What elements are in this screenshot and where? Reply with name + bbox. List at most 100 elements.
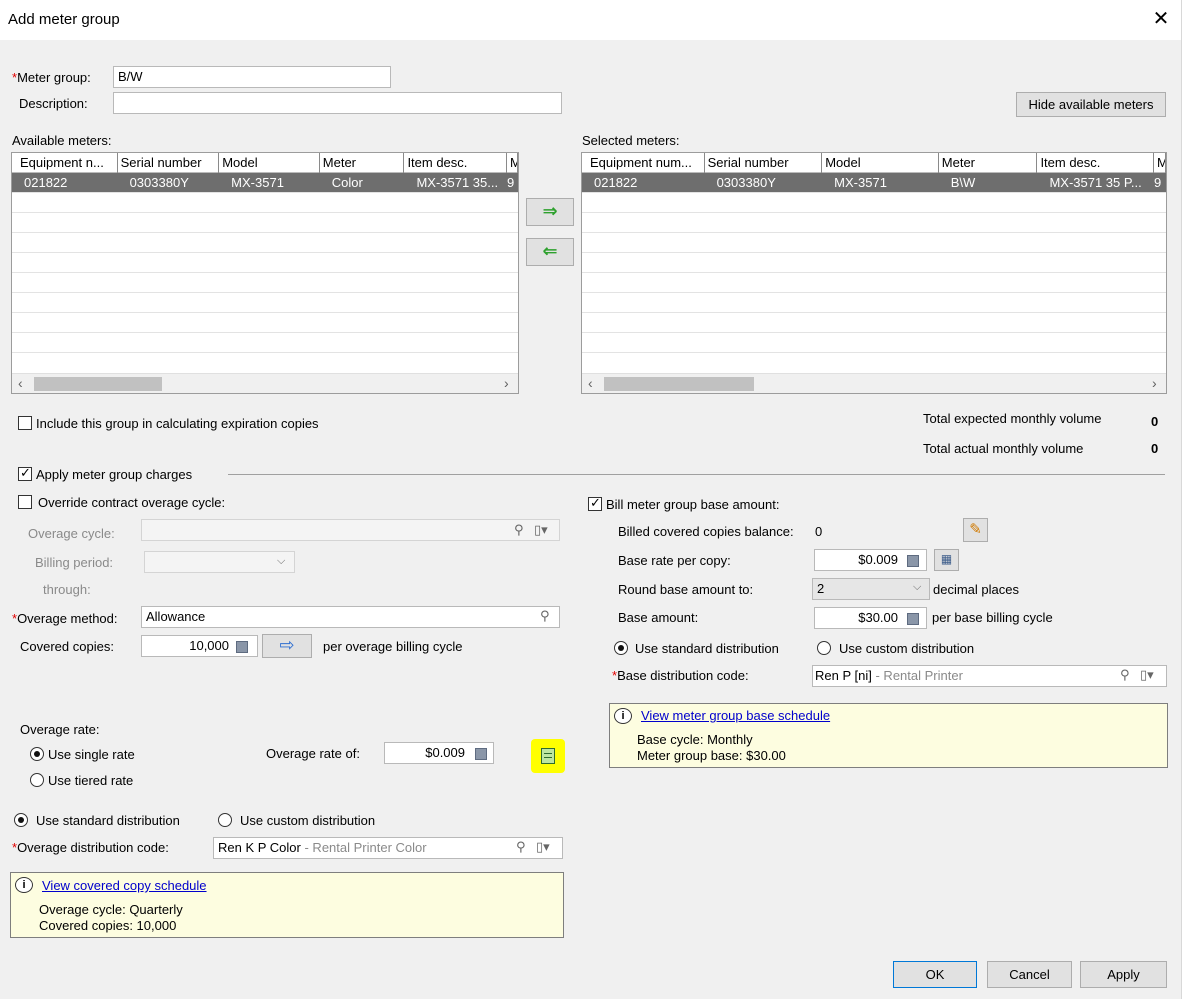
covered-copies-info: Covered copies: 10,000: [39, 918, 177, 933]
selected-meters-grid[interactable]: Equipment num... Serial number Model Met…: [581, 152, 1167, 394]
covered-copies-label: Covered copies:: [20, 639, 114, 654]
single-rate-label: Use single rate: [48, 747, 135, 762]
cancel-button[interactable]: Cancel: [987, 961, 1072, 988]
edit-pencil-icon[interactable]: ✎: [963, 518, 988, 542]
col-serial[interactable]: Serial number: [705, 153, 823, 173]
single-rate-radio[interactable]: [30, 747, 44, 761]
apply-charges-label: Apply meter group charges: [36, 467, 193, 482]
cell-equipment: 021822: [594, 175, 638, 190]
billing-period-select[interactable]: [144, 551, 295, 573]
view-covered-copy-schedule-link[interactable]: View covered copy schedule: [42, 878, 207, 893]
total-expected-label: Total expected monthly volume: [923, 411, 1102, 426]
overage-cycle-label: Overage cycle:: [28, 526, 115, 541]
meter-group-input[interactable]: B/W: [113, 66, 391, 88]
col-m[interactable]: M: [1154, 153, 1166, 173]
table-row[interactable]: 021822 0303380Y MX-3571 B\W MX-3571 35 P…: [582, 173, 1166, 193]
hide-available-meters-button[interactable]: Hide available meters: [1016, 92, 1166, 117]
move-left-button[interactable]: ⇐: [526, 238, 574, 266]
total-actual-label: Total actual monthly volume: [923, 441, 1084, 456]
overage-cycle-input[interactable]: [141, 519, 560, 541]
search-icon[interactable]: ⚲: [1120, 667, 1130, 683]
chevron-down-icon[interactable]: ⌵: [913, 581, 921, 594]
apply-charges-checkbox[interactable]: [18, 465, 32, 481]
calculator-icon[interactable]: [907, 555, 919, 567]
bill-base-label: Bill meter group base amount:: [606, 497, 780, 512]
selected-meters-label: Selected meters:: [582, 133, 680, 148]
cell-equipment: 021822: [24, 175, 68, 190]
cell-item-desc: MX-3571 35...: [416, 175, 499, 190]
scroll-left-icon[interactable]: ‹: [18, 375, 23, 391]
base-custom-distribution-radio[interactable]: [817, 641, 831, 655]
scroll-right-icon[interactable]: ›: [1152, 375, 1157, 391]
col-equipment[interactable]: Equipment num...: [582, 153, 705, 173]
empty-row: [12, 253, 518, 273]
base-standard-distribution-label: Use standard distribution: [635, 641, 779, 656]
overage-distribution-code-input[interactable]: Ren K P Color - Rental Printer Color: [213, 837, 563, 859]
overage-custom-distribution-label: Use custom distribution: [240, 813, 376, 828]
horizontal-scrollbar[interactable]: ‹ ›: [582, 373, 1166, 393]
overage-custom-distribution-radio[interactable]: [218, 813, 232, 827]
move-right-button[interactable]: ⇒: [526, 198, 574, 226]
description-input[interactable]: [113, 92, 562, 114]
override-cycle-checkbox[interactable]: [18, 495, 32, 509]
col-item-desc[interactable]: Item desc.: [404, 153, 508, 173]
col-item-desc[interactable]: Item desc.: [1037, 153, 1155, 173]
col-meter[interactable]: Meter: [320, 153, 405, 173]
col-serial[interactable]: Serial number: [118, 153, 220, 173]
description-label: Description:: [19, 96, 88, 111]
include-expiration-checkbox[interactable]: [18, 416, 32, 430]
schedule-grid-icon[interactable]: ▦: [934, 549, 959, 571]
search-icon[interactable]: ⚲: [514, 522, 524, 538]
calculator-icon[interactable]: [907, 613, 919, 625]
horizontal-scrollbar[interactable]: ‹ ›: [12, 373, 518, 393]
base-distribution-code-input[interactable]: Ren P [ni] - Rental Printer: [812, 665, 1167, 687]
col-model[interactable]: Model: [822, 153, 939, 173]
empty-row: [12, 193, 518, 213]
table-row[interactable]: 021822 0303380Y MX-3571 Color MX-3571 35…: [12, 173, 518, 193]
calculator-icon[interactable]: [475, 748, 487, 760]
empty-row: [12, 213, 518, 233]
scroll-thumb[interactable]: [34, 377, 162, 391]
search-icon[interactable]: ⚲: [516, 839, 526, 855]
calculator-icon[interactable]: [236, 641, 248, 653]
view-meter-group-base-schedule-link[interactable]: View meter group base schedule: [641, 708, 830, 723]
ok-button[interactable]: OK: [893, 961, 977, 988]
section-divider: [228, 474, 1165, 475]
title-bar: Add meter group ✕: [0, 0, 1186, 40]
close-icon[interactable]: ✕: [1150, 8, 1172, 30]
available-meters-grid[interactable]: Equipment n... Serial number Model Meter…: [11, 152, 519, 394]
empty-row: [582, 213, 1166, 233]
cell-m: 9: [1154, 175, 1162, 190]
chevron-down-icon[interactable]: ⌵: [277, 555, 285, 568]
cell-meter: B\W: [950, 175, 976, 190]
scroll-thumb[interactable]: [604, 377, 754, 391]
covered-copies-arrow-button[interactable]: ⇨: [262, 634, 312, 658]
empty-row: [12, 293, 518, 313]
base-custom-distribution-label: Use custom distribution: [839, 641, 975, 656]
col-meter[interactable]: Meter: [939, 153, 1038, 173]
apply-button[interactable]: Apply: [1080, 961, 1167, 988]
empty-row: [12, 233, 518, 253]
base-distribution-code-label: *Base distribution code:: [612, 668, 749, 683]
covered-copy-info-box: i View covered copy schedule Overage cyc…: [10, 872, 564, 938]
scroll-left-icon[interactable]: ‹: [588, 375, 593, 391]
bill-base-checkbox[interactable]: [588, 495, 602, 511]
search-icon[interactable]: ⚲: [540, 608, 550, 624]
overage-standard-distribution-radio[interactable]: [14, 813, 28, 827]
col-equipment[interactable]: Equipment n...: [12, 153, 118, 173]
col-m[interactable]: M: [507, 153, 518, 173]
lookup-dropdown-icon[interactable]: ▯▾: [534, 522, 548, 538]
through-label: through:: [43, 582, 91, 597]
overage-method-input[interactable]: Allowance: [141, 606, 560, 628]
base-standard-distribution-radio[interactable]: [614, 641, 628, 655]
round-base-label: Round base amount to:: [618, 582, 754, 597]
col-model[interactable]: Model: [219, 153, 320, 173]
empty-row: [12, 273, 518, 293]
override-cycle-label: Override contract overage cycle:: [38, 495, 226, 510]
highlighted-schedule-button[interactable]: [531, 739, 565, 773]
empty-row: [582, 233, 1166, 253]
tiered-rate-radio[interactable]: [30, 773, 44, 787]
scroll-right-icon[interactable]: ›: [504, 375, 509, 391]
lookup-dropdown-icon[interactable]: ▯▾: [1140, 667, 1154, 683]
lookup-dropdown-icon[interactable]: ▯▾: [536, 839, 550, 855]
